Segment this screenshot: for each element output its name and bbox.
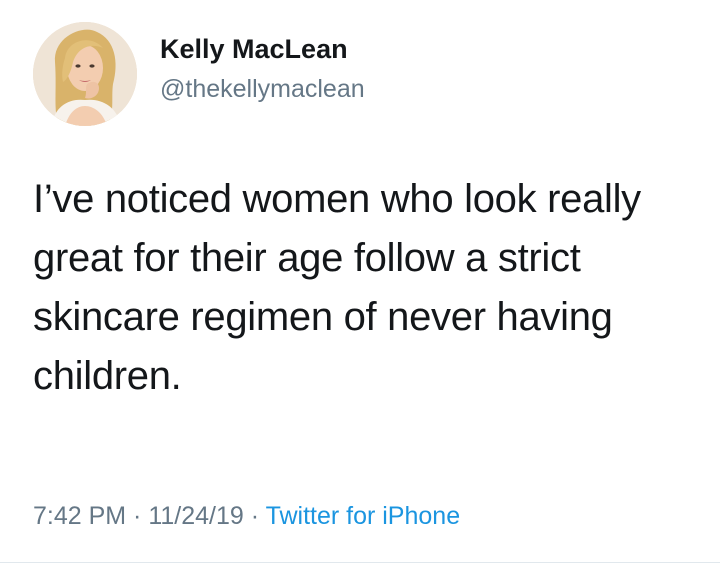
tweet-date[interactable]: 11/24/19 (148, 502, 243, 530)
tweet-meta: 7:42 PM · 11/24/19 · Twitter for iPhone (33, 502, 460, 531)
tweet-time[interactable]: 7:42 PM (33, 502, 126, 530)
user-handle[interactable]: @thekellymaclean (160, 75, 365, 104)
divider (0, 562, 720, 563)
tweet-source-link[interactable]: Twitter for iPhone (266, 502, 461, 530)
meta-separator: · (126, 502, 149, 530)
display-name[interactable]: Kelly MacLean (160, 34, 348, 65)
tweet-text: I’ve noticed women who look really great… (33, 177, 641, 398)
avatar-portrait-icon (33, 22, 137, 126)
tweet-card: Kelly MacLean @thekellymaclean I’ve noti… (0, 0, 720, 566)
avatar[interactable] (33, 22, 137, 126)
meta-separator: · (243, 502, 266, 530)
